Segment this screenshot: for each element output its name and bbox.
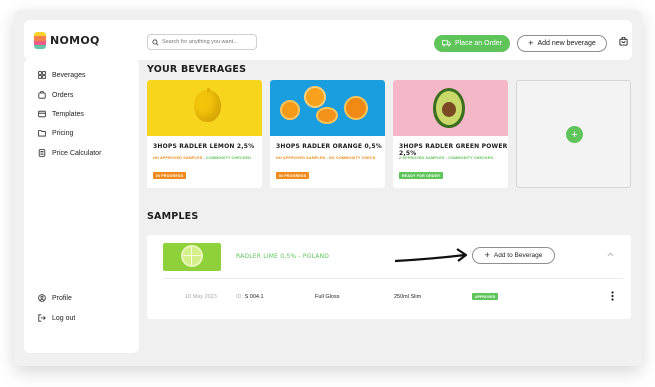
top-bar: NOMOQ Place an Order + Add new beverage bbox=[24, 20, 632, 60]
status-badge: APPROVED bbox=[472, 293, 499, 300]
sidebar-item-templates[interactable]: Templates bbox=[38, 110, 84, 118]
logo-mark-icon bbox=[34, 32, 46, 49]
sidebar-item-label: Log out bbox=[52, 314, 76, 322]
samples-status: 2 APPROVED SAMPLES bbox=[399, 156, 445, 160]
samples-status: NO APPROVED SAMPLES bbox=[153, 156, 203, 160]
sample-date: 10 May 2023 bbox=[185, 294, 217, 300]
sidebar-item-orders[interactable]: Orders bbox=[38, 91, 73, 99]
search-input[interactable] bbox=[161, 39, 256, 45]
bag-icon bbox=[38, 91, 46, 99]
sidebar-item-label: Templates bbox=[52, 110, 84, 118]
orange-image bbox=[270, 80, 385, 136]
sample-name: RADLER LIME 0,5% - POLAND bbox=[236, 253, 330, 260]
beverages-section-title: YOUR BEVERAGES bbox=[147, 64, 247, 75]
app-window: NOMOQ Place an Order + Add new beverage bbox=[14, 10, 642, 366]
place-order-button[interactable]: Place an Order bbox=[434, 35, 510, 52]
add-new-beverage-button[interactable]: + Add new beverage bbox=[517, 35, 607, 52]
logout-icon bbox=[38, 314, 46, 322]
sidebar-item-label: Price Calculator bbox=[52, 149, 102, 157]
plus-icon: + bbox=[484, 250, 490, 260]
place-order-label: Place an Order bbox=[454, 40, 503, 47]
sample-finish: Full Gloss bbox=[315, 294, 340, 300]
sample-format: 250ml Slim bbox=[394, 294, 422, 300]
folder-icon bbox=[38, 130, 46, 137]
chevron-up-icon[interactable] bbox=[607, 252, 614, 257]
samples-status: NO APPROVED SAMPLES bbox=[276, 156, 326, 160]
samples-section-title: SAMPLES bbox=[147, 211, 199, 222]
calculator-icon bbox=[38, 149, 46, 157]
commodity-status: COMMODITY CHECKED bbox=[448, 156, 494, 160]
sidebar-item-price-calculator[interactable]: Price Calculator bbox=[38, 149, 101, 157]
sidebar-item-label: Profile bbox=[52, 294, 72, 302]
sample-card: RADLER LIME 0,5% - POLAND + Add to Bever… bbox=[147, 235, 631, 319]
status-badge: IN PROGRESS bbox=[153, 172, 187, 179]
beverage-meta: NO APPROVED SAMPLES - COMMODITY CHECKED bbox=[153, 156, 251, 160]
plus-icon[interactable]: + bbox=[566, 126, 583, 143]
status-badge: IN PROGRESS bbox=[276, 172, 310, 179]
arrow-icon bbox=[394, 248, 468, 263]
sidebar-item-beverages[interactable]: Beverages bbox=[38, 71, 85, 79]
beverage-card-lemon[interactable]: 3HOPS RADLER LEMON 2,5% NO APPROVED SAMP… bbox=[147, 80, 262, 188]
sidebar-item-profile[interactable]: Profile bbox=[38, 294, 72, 302]
sample-id-value: S 004.1 bbox=[244, 294, 264, 300]
beverage-meta: 2 APPROVED SAMPLES - COMMODITY CHECKED bbox=[399, 156, 493, 160]
truck-icon bbox=[442, 40, 451, 47]
divider bbox=[163, 278, 623, 279]
more-options-icon[interactable] bbox=[611, 291, 614, 301]
cart-icon[interactable] bbox=[619, 37, 628, 46]
add-to-beverage-button[interactable]: + Add to Beverage bbox=[472, 247, 555, 264]
sidebar-item-label: Pricing bbox=[52, 129, 74, 137]
beverage-meta: NO APPROVED SAMPLES - NO COMMODITY CHECK bbox=[276, 156, 376, 160]
add-new-beverage-label: Add new beverage bbox=[537, 40, 596, 47]
beverage-card-orange[interactable]: 3HOPS RADLER ORANGE 0,5% NO APPROVED SAM… bbox=[270, 80, 385, 188]
logo[interactable]: NOMOQ bbox=[34, 32, 100, 49]
commodity-status: NO COMMODITY CHECK bbox=[328, 156, 376, 160]
sidebar-item-label: Orders bbox=[52, 91, 74, 99]
add-beverage-card[interactable]: + bbox=[516, 80, 631, 188]
status-badge: READY FOR ORDER bbox=[399, 172, 444, 179]
commodity-status: COMMODITY CHECKED bbox=[205, 156, 252, 160]
plus-icon: + bbox=[528, 38, 534, 48]
sidebar-item-pricing[interactable]: Pricing bbox=[38, 129, 73, 137]
logo-text: NOMOQ bbox=[50, 34, 100, 47]
lemon-image bbox=[147, 80, 262, 136]
search-icon bbox=[152, 38, 159, 46]
lime-image bbox=[163, 243, 221, 271]
avocado-image bbox=[393, 80, 508, 136]
sidebar: Beverages Orders Templates Pricing Price… bbox=[24, 59, 139, 353]
user-icon bbox=[38, 294, 46, 302]
search-box[interactable] bbox=[147, 34, 257, 50]
sample-id-label: ID: bbox=[236, 294, 244, 300]
beverage-name: 3HOPS RADLER GREEN POWER 2,5% bbox=[399, 143, 508, 157]
beverage-name: 3HOPS RADLER LEMON 2,5% bbox=[153, 143, 255, 150]
beverage-card-green-power[interactable]: 3HOPS RADLER GREEN POWER 2,5% 2 APPROVED… bbox=[393, 80, 508, 188]
sidebar-item-label: Beverages bbox=[52, 71, 86, 79]
grid-icon bbox=[38, 71, 46, 79]
sidebar-item-log-out[interactable]: Log out bbox=[38, 314, 75, 322]
beverage-name: 3HOPS RADLER ORANGE 0,5% bbox=[276, 143, 382, 150]
sample-id: ID: S 004.1 bbox=[236, 294, 264, 300]
add-to-beverage-label: Add to Beverage bbox=[493, 252, 543, 259]
template-icon bbox=[38, 110, 46, 118]
